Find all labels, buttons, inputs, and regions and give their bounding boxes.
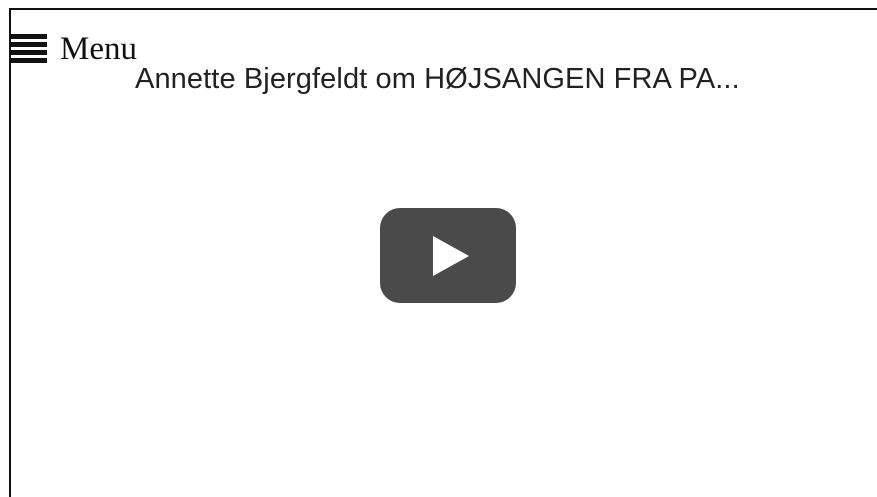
- menu-toggle[interactable]: Menu: [9, 29, 137, 69]
- menu-label: Menu: [60, 31, 137, 67]
- play-button[interactable]: [380, 208, 516, 303]
- play-icon: [433, 235, 469, 276]
- hamburger-menu-icon: [9, 34, 47, 63]
- video-title[interactable]: Annette Bjergfeldt om HØJSANGEN FRA PA..…: [135, 59, 865, 99]
